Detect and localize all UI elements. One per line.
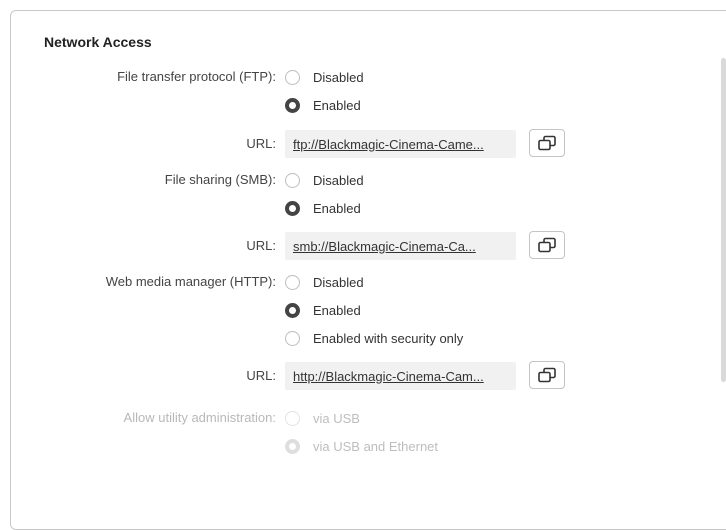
smb-url-label: URL: — [246, 238, 276, 253]
copy-icon — [538, 237, 556, 253]
smb-url-link[interactable]: smb://Blackmagic-Cinema-Ca... — [285, 232, 516, 260]
smb-label: File sharing (SMB): — [164, 172, 276, 187]
utility-usb-ethernet-label: via USB and Ethernet — [313, 438, 439, 454]
radio-circle-icon — [285, 274, 300, 290]
http-url-label: URL: — [246, 368, 276, 383]
radio-circle-icon — [285, 410, 300, 426]
http-disabled-label: Disabled — [313, 274, 364, 290]
radio-circle-icon — [285, 172, 300, 188]
http-enabled-radio[interactable]: Enabled — [285, 300, 361, 320]
radio-selected-icon — [285, 302, 300, 318]
utility-usb-radio: via USB — [285, 408, 360, 428]
smb-enabled-label: Enabled — [313, 200, 361, 216]
http-copy-button[interactable] — [529, 361, 565, 389]
copy-icon — [538, 367, 556, 383]
ftp-label: File transfer protocol (FTP): — [117, 69, 276, 84]
ftp-copy-button[interactable] — [529, 129, 565, 157]
http-label: Web media manager (HTTP): — [105, 274, 276, 289]
ftp-url-label: URL: — [246, 136, 276, 151]
ftp-enabled-radio[interactable]: Enabled — [285, 95, 361, 115]
radio-selected-icon — [285, 97, 300, 113]
copy-icon — [538, 135, 556, 151]
ftp-url-link[interactable]: ftp://Blackmagic-Cinema-Came... — [285, 130, 516, 158]
smb-disabled-label: Disabled — [313, 172, 364, 188]
smb-enabled-radio[interactable]: Enabled — [285, 198, 361, 218]
http-disabled-radio[interactable]: Disabled — [285, 272, 364, 292]
ftp-disabled-radio[interactable]: Disabled — [285, 67, 364, 87]
ftp-disabled-label: Disabled — [313, 69, 364, 85]
section-title: Network Access — [44, 34, 152, 50]
radio-selected-icon — [285, 200, 300, 216]
radio-selected-icon — [285, 438, 300, 454]
radio-circle-icon — [285, 330, 300, 346]
http-enabled-security-radio[interactable]: Enabled with security only — [285, 328, 463, 348]
smb-copy-button[interactable] — [529, 231, 565, 259]
utility-usb-label: via USB — [313, 410, 360, 426]
http-enabled-label: Enabled — [313, 302, 361, 318]
ftp-enabled-label: Enabled — [313, 97, 361, 113]
utility-admin-label: Allow utility administration: — [123, 410, 276, 425]
radio-circle-icon — [285, 69, 300, 85]
http-url-link[interactable]: http://Blackmagic-Cinema-Cam... — [285, 362, 516, 390]
utility-usb-ethernet-radio: via USB and Ethernet — [285, 436, 438, 456]
vertical-scrollbar[interactable] — [721, 58, 726, 382]
http-enabled-security-label: Enabled with security only — [313, 330, 464, 346]
smb-disabled-radio[interactable]: Disabled — [285, 170, 364, 190]
